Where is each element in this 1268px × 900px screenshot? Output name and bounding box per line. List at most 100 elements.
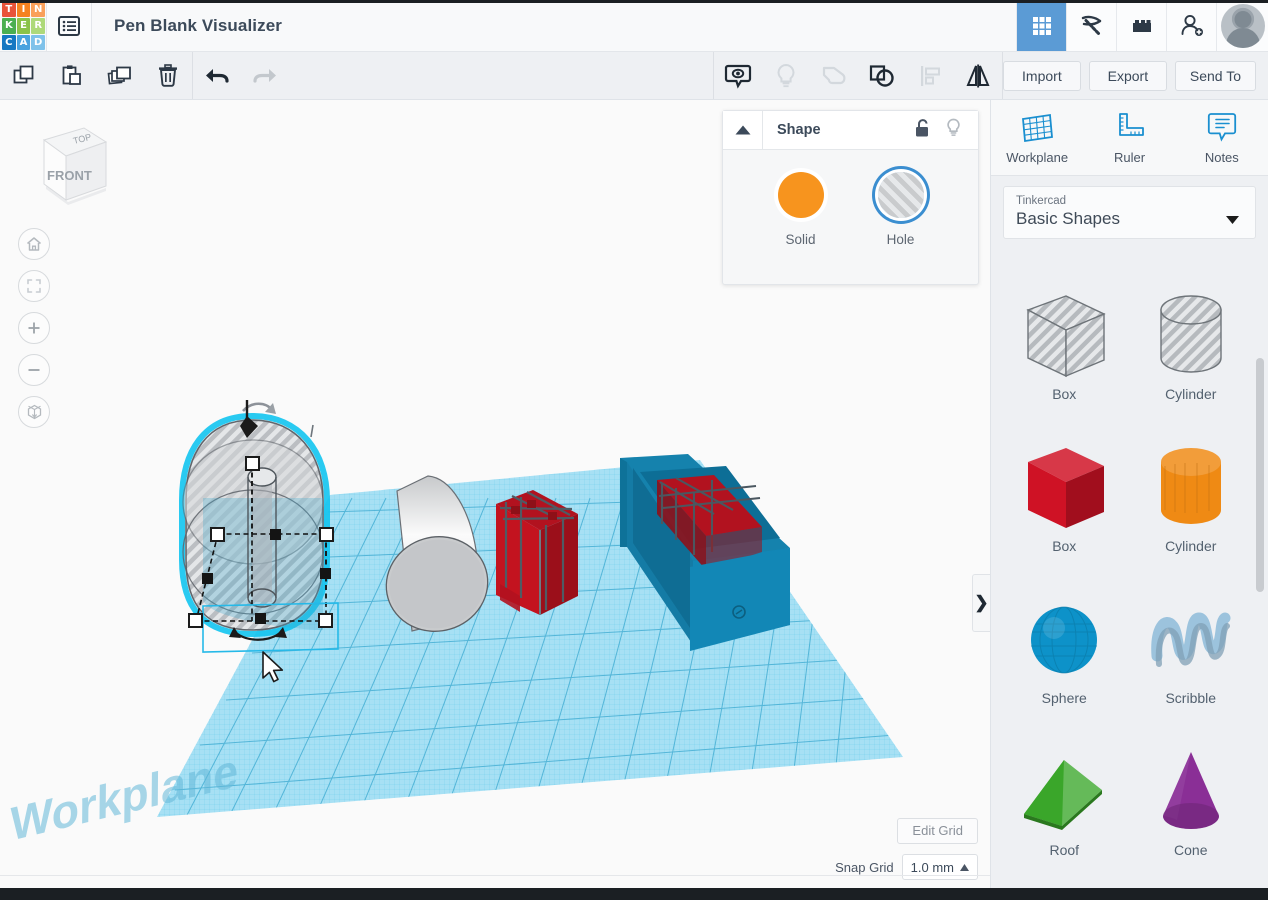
send-to-button[interactable]: Send To — [1174, 60, 1256, 91]
tinkercad-app: TINKERCAD Pen Blank Visualizer Import Ex… — [0, 0, 1268, 900]
workplane-grid[interactable]: Workplane — [10, 450, 920, 851]
lightbulb-button[interactable] — [762, 52, 810, 99]
align-icon — [920, 65, 940, 86]
undo-icon — [206, 68, 229, 83]
right-sidebar: Workplane Ruler Notes Tinkercad Basic Sh… — [990, 100, 1268, 888]
chevron-down-icon — [1226, 211, 1239, 229]
shape-cylinder-orange-label: Cylinder — [1165, 538, 1217, 554]
group-button[interactable] — [858, 52, 906, 99]
shape-sphere-blue-label: Sphere — [1041, 690, 1087, 706]
paste-icon — [62, 64, 81, 85]
red-block-object[interactable] — [496, 490, 578, 615]
shape-roof-green[interactable]: Roof — [1001, 734, 1128, 886]
tinkercad-logo[interactable]: TINKERCAD — [0, 0, 46, 52]
mirror-flip-icon — [966, 64, 990, 87]
copy-icon — [13, 65, 34, 83]
edit-tool-group — [0, 52, 192, 99]
mirror-button[interactable] — [954, 52, 1002, 99]
hole-swatch — [877, 172, 924, 218]
shape-properties-panel: Shape Solid Hole — [722, 110, 979, 285]
shape-tool-group — [714, 52, 1002, 99]
invite-people-button[interactable] — [1166, 0, 1216, 51]
snap-grid-select[interactable]: 1.0 mm — [901, 854, 978, 880]
shape-cone-purple[interactable]: Cone — [1128, 734, 1255, 886]
export-button[interactable]: Export — [1088, 60, 1167, 91]
gallery-grid-icon — [1032, 16, 1051, 35]
blocks-button[interactable] — [1116, 0, 1166, 51]
shape-scribble-thumbnail — [1141, 582, 1241, 694]
logo-tile-e: E — [16, 18, 31, 34]
shape-cone-purple-label: Cone — [1174, 842, 1208, 858]
shape-cylinder-hole-label: Cylinder — [1165, 386, 1217, 402]
duplicate-icon — [107, 66, 131, 85]
view-inspect-button[interactable] — [714, 52, 762, 99]
snap-grid-label: Snap Grid — [835, 859, 894, 875]
hole-option[interactable]: Hole — [877, 172, 924, 247]
ruler-tool[interactable]: Ruler — [1083, 100, 1175, 175]
logo-tile-k: K — [2, 18, 16, 34]
main-toolbar: Import Export Send To — [0, 52, 1268, 100]
history-group — [193, 52, 289, 99]
logo-tile-t: T — [2, 2, 16, 18]
list-menu-icon — [58, 15, 80, 36]
shape-scribble[interactable]: Scribble — [1128, 582, 1255, 734]
align-button[interactable] — [906, 52, 954, 99]
highlight-toggle-button[interactable] — [945, 118, 962, 143]
shape-library-select[interactable]: Tinkercad Basic Shapes — [1003, 186, 1256, 239]
shape-panel-header: Shape — [723, 111, 978, 150]
delete-button[interactable] — [144, 52, 192, 99]
edit-grid-button[interactable]: Edit Grid — [897, 818, 978, 844]
avatar — [1220, 3, 1265, 48]
undo-button[interactable] — [193, 52, 241, 99]
pickaxe-button[interactable] — [1066, 0, 1116, 51]
top-bar: TINKERCAD Pen Blank Visualizer — [0, 0, 1268, 52]
copy-button[interactable] — [0, 52, 48, 99]
import-button[interactable]: Import — [1002, 60, 1081, 91]
shape-cylinder-hole-thumbnail — [1141, 278, 1241, 390]
paste-button[interactable] — [48, 52, 96, 99]
grid-controls: Edit Grid Snap Grid 1.0 mm — [835, 818, 978, 880]
panel-collapse-tab[interactable]: ❯ — [972, 574, 990, 632]
snap-grid-row: Snap Grid 1.0 mm — [835, 854, 978, 880]
shape-cylinder-orange-thumbnail — [1141, 430, 1241, 542]
sidebar-tool-row: Workplane Ruler Notes — [991, 100, 1268, 176]
group-shapes-icon — [869, 64, 894, 87]
lock-toggle-button[interactable] — [914, 118, 931, 143]
shape-cylinder-hole[interactable]: Cylinder — [1128, 278, 1255, 430]
shape-box-hole[interactable]: Box — [1001, 278, 1128, 430]
workplane-tool-label: Workplane — [1006, 149, 1069, 165]
snap-grid-value: 1.0 mm — [910, 859, 954, 875]
window-bottom-edge — [0, 888, 1268, 900]
chevron-up-icon — [960, 863, 969, 871]
shape-outline-button[interactable] — [810, 52, 858, 99]
ruler-icon — [1119, 112, 1145, 136]
shape-box-red-label: Box — [1052, 538, 1077, 554]
duplicate-button[interactable] — [96, 52, 144, 99]
unlock-icon — [916, 118, 928, 136]
shape-cylinder-orange[interactable]: Cylinder — [1128, 430, 1255, 582]
brick-blocks-icon — [1132, 19, 1151, 32]
shape-library-grid[interactable]: Box Cylinder Box Cylinder Sphere Scribble Roof… — [991, 268, 1268, 888]
shape-box-red[interactable]: Box — [1001, 430, 1128, 582]
redo-button[interactable] — [241, 52, 289, 99]
document-title[interactable]: Pen Blank Visualizer — [92, 0, 1016, 51]
shape-panel-collapse-button[interactable] — [723, 111, 763, 149]
shape-sphere-blue[interactable]: Sphere — [1001, 582, 1128, 734]
add-person-icon — [1181, 14, 1203, 36]
solid-option[interactable]: Solid — [777, 172, 824, 247]
gallery-grid-button[interactable] — [1016, 0, 1066, 51]
shape-type-options: Solid Hole — [723, 150, 978, 247]
notes-tool[interactable]: Notes — [1176, 100, 1268, 175]
selected-hole-object[interactable] — [179, 400, 339, 653]
shape-box-hole-label: Box — [1052, 386, 1077, 402]
project-menu-button[interactable] — [46, 0, 92, 51]
user-avatar-button[interactable] — [1216, 0, 1268, 51]
shape-library-scrollbar[interactable] — [1256, 358, 1264, 592]
shape-roof-green-label: Roof — [1049, 842, 1080, 858]
solid-swatch — [777, 172, 824, 218]
window-top-edge — [0, 0, 1268, 3]
notes-icon — [1207, 112, 1236, 142]
workplane-tool[interactable]: Workplane — [991, 100, 1083, 175]
shape-sphere-blue-thumbnail — [1014, 582, 1114, 694]
